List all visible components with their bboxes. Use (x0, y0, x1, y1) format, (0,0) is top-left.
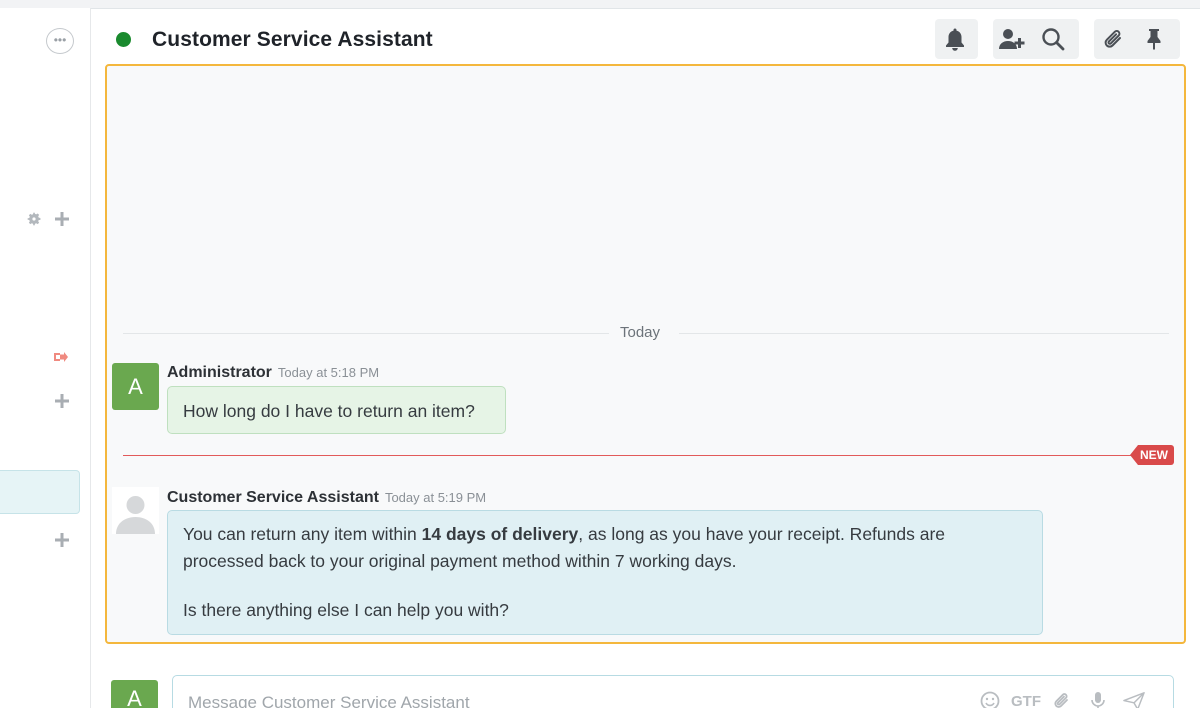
add-icon[interactable] (53, 392, 71, 410)
message-list: Today A Administrator Today at 5:18 PM H… (105, 64, 1186, 644)
gear-icon[interactable] (25, 210, 43, 228)
selected-conversation-item[interactable] (0, 470, 80, 514)
message-bold-text: 14 days of delivery (421, 524, 579, 544)
message-input[interactable] (188, 693, 968, 708)
message-text: You can return any item within 14 days o… (183, 524, 946, 571)
pin-icon[interactable] (1134, 19, 1174, 59)
search-icon[interactable] (1033, 19, 1073, 59)
sidebar: ••• (0, 8, 91, 708)
avatar-letter: A (128, 373, 143, 399)
message-timestamp: Today at 5:18 PM (277, 365, 380, 380)
emoji-icon[interactable] (979, 690, 1001, 708)
message-header: Administrator Today at 5:18 PM (167, 364, 379, 382)
notifications-group (935, 19, 978, 59)
microphone-icon[interactable] (1087, 690, 1109, 708)
add-icon[interactable] (53, 531, 71, 549)
add-user-icon[interactable] (993, 19, 1033, 59)
composer-avatar: A (111, 680, 158, 708)
chat-header: Customer Service Assistant (92, 8, 1200, 66)
paperclip-icon[interactable] (1051, 690, 1073, 708)
new-messages-divider: NEW (123, 445, 1174, 473)
day-separator-label: Today (620, 324, 661, 341)
message-composer: GTF (172, 675, 1174, 708)
new-badge: NEW (1130, 445, 1174, 465)
bell-icon[interactable] (935, 19, 975, 59)
message-bubble: How long do I have to return an item? (167, 386, 506, 434)
message-text: How long do I have to return an item? (183, 401, 475, 421)
default-user-avatar-icon[interactable] (112, 487, 159, 534)
format-button[interactable]: GTF (1011, 690, 1041, 708)
composer-actions: GTF (979, 690, 1145, 708)
avatar[interactable]: A (112, 363, 159, 410)
paperclip-icon[interactable] (1094, 19, 1134, 59)
add-icon[interactable] (53, 210, 71, 228)
online-status-icon (116, 32, 131, 47)
message-author[interactable]: Administrator (167, 364, 272, 382)
send-icon[interactable] (1123, 690, 1145, 708)
members-search-group (993, 19, 1079, 59)
day-separator: Today (123, 324, 1169, 344)
message-author[interactable]: Customer Service Assistant (167, 489, 379, 507)
message-text-line2: Is there anything else I can help you wi… (183, 600, 509, 620)
message-bubble: You can return any item within 14 days o… (167, 510, 1043, 635)
page-title: Customer Service Assistant (152, 28, 433, 51)
message-header: Customer Service Assistant Today at 5:19… (167, 489, 486, 507)
more-options-button[interactable]: ••• (46, 28, 74, 54)
logout-icon[interactable] (53, 349, 69, 365)
message-timestamp: Today at 5:19 PM (384, 490, 487, 505)
attachments-pin-group (1094, 19, 1180, 59)
more-dots-icon: ••• (53, 32, 67, 47)
